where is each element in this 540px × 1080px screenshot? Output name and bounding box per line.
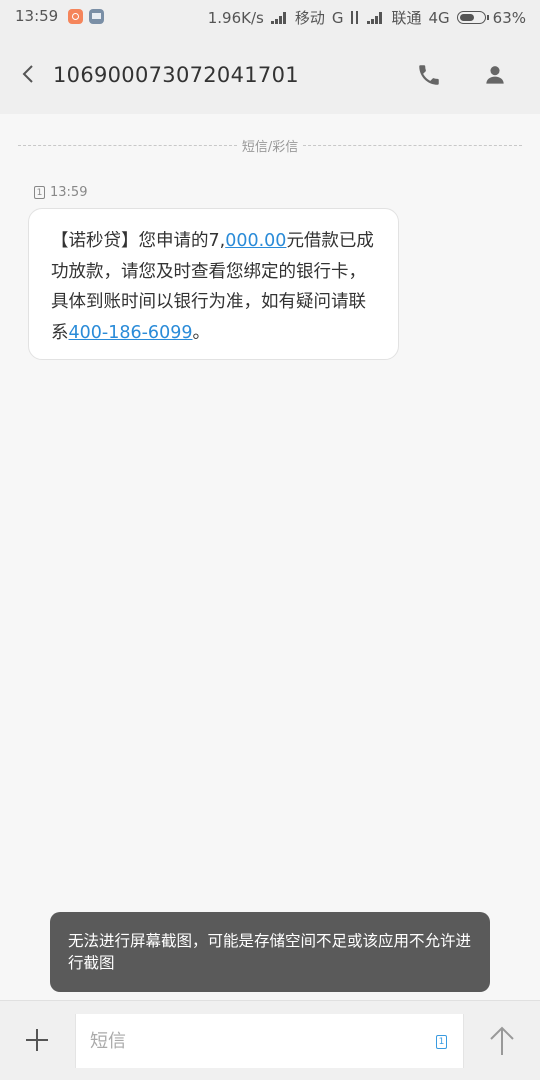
network-type-1: G xyxy=(331,8,344,27)
data-transfer-icon xyxy=(350,11,360,24)
battery-percent: 63% xyxy=(492,8,526,27)
add-attachment-icon[interactable] xyxy=(22,1025,52,1055)
divider-line-left xyxy=(18,144,237,146)
phone-icon[interactable] xyxy=(416,62,442,88)
toast-notification: 无法进行屏幕截图，可能是存储空间不足或该应用不允许进行截图 xyxy=(50,912,490,992)
network-speed: 1.96K/s xyxy=(207,8,264,27)
contact-icon[interactable] xyxy=(482,62,508,88)
message-time: 13:59 xyxy=(50,185,88,200)
carrier-2: 联通 xyxy=(391,9,422,27)
status-time: 13:59 xyxy=(15,7,59,25)
app-notification-icon xyxy=(68,8,84,24)
battery-fill xyxy=(459,14,474,21)
conversation-title: 106900073072041701 xyxy=(53,63,299,87)
message-type-label: 短信/彩信 xyxy=(241,139,299,155)
status-right: 1.96K/s 移动 G 联通 4G 63% xyxy=(201,7,526,28)
signal-icon-2 xyxy=(367,11,384,24)
sim-select-icon[interactable]: 1 xyxy=(436,1035,447,1049)
carrier-1: 移动 xyxy=(294,9,325,27)
message-meta: 1 13:59 xyxy=(34,185,87,200)
message-text-part3: 。 xyxy=(192,322,210,343)
message-input[interactable] xyxy=(76,1014,416,1068)
message-text-part1: 【诺秒贷】您申请的7, xyxy=(51,231,226,251)
conversation-header: 106900073072041701 xyxy=(0,34,540,114)
divider-line-right xyxy=(303,144,523,146)
composer-bar: 1 xyxy=(0,1000,540,1080)
status-left: 13:59 xyxy=(15,7,105,25)
back-arrow-icon[interactable] xyxy=(18,63,40,85)
calculator-notification-icon xyxy=(89,8,105,24)
network-type-2: 4G xyxy=(428,8,450,27)
send-icon[interactable] xyxy=(487,1025,517,1057)
sim-card-icon: 1 xyxy=(34,186,45,199)
message-input-box[interactable]: 1 xyxy=(75,1014,464,1068)
battery-icon xyxy=(456,11,489,24)
message-bubble[interactable]: 【诺秒贷】您申请的7,000.00元借款已成功放款，请您及时查看您绑定的银行卡，… xyxy=(28,208,399,360)
message-type-divider: 短信/彩信 xyxy=(18,133,523,157)
phone-number-link[interactable]: 400-186-6099 xyxy=(69,323,193,343)
signal-icon xyxy=(270,11,288,24)
amount-link[interactable]: 000.00 xyxy=(225,231,286,251)
status-bar: 13:59 1.96K/s 移动 G 联通 4G 63% xyxy=(0,0,540,34)
